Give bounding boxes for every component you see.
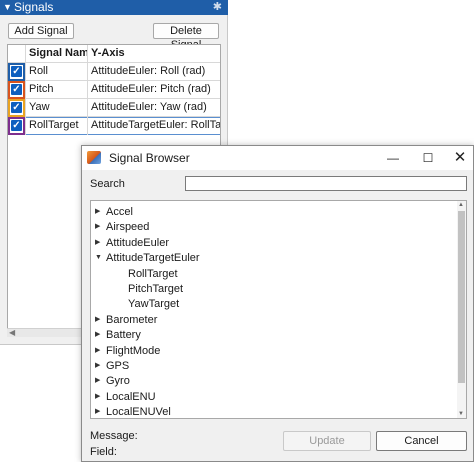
y-axis-cell[interactable]: AttitudeEuler: Pitch (rad) [87,81,220,99]
expand-arrow-right-icon[interactable]: ▶ [95,390,103,404]
signal-name-cell[interactable]: Yaw [25,99,87,117]
tree-node-label: LocalENUVel [106,406,171,419]
field-label: Field: [90,446,117,458]
dialog-titlebar[interactable]: Signal Browser — ☐ ✕ [82,146,473,170]
dialog-title: Signal Browser [109,151,190,165]
tree-node-label: Barometer [106,313,158,326]
tree-leaf[interactable]: RollTarget [91,267,459,282]
table-row-selected[interactable]: ✓ RollTarget AttitudeTargetEuler: RollTa… [8,117,220,135]
gear-icon[interactable]: ✱ [213,0,222,15]
tree-node-label: AttitudeEuler [106,236,169,249]
column-header-y-axis[interactable]: Y-Axis [87,45,220,63]
tree-node[interactable]: ▶ GPS [91,359,459,374]
tree-leaf[interactable]: PitchTarget [91,282,459,297]
checkbox-checked-icon[interactable]: ✓ [11,120,22,131]
expand-arrow-right-icon[interactable]: ▶ [95,205,103,219]
table-header-row: Signal Name Y-Axis [8,45,220,63]
signal-browser-dialog: Signal Browser — ☐ ✕ Search ▶ Accel ▶ Airsp… [81,145,474,462]
checkbox-checked-icon[interactable]: ✓ [11,84,22,95]
signal-name-cell[interactable]: RollTarget [25,117,87,135]
tree-node-label: FlightMode [106,344,161,357]
minimize-icon[interactable]: — [385,150,401,166]
tree-node-label: Accel [106,206,133,218]
tree-node[interactable]: ▶ Accel [91,205,459,220]
table-row[interactable]: ✓ Roll AttitudeEuler: Roll (rad) [8,63,220,81]
tree-vertical-scrollbar[interactable]: ▲ ▼ [457,201,466,418]
y-axis-cell[interactable]: AttitudeTargetEuler: RollTarget (rad [87,117,220,135]
expand-arrow-right-icon[interactable]: ▶ [95,220,103,234]
delete-signal-button[interactable]: Delete Signal [153,23,219,51]
table-row[interactable]: ✓ Yaw AttitudeEuler: Yaw (rad) [8,99,220,117]
checkbox-checked-icon[interactable]: ✓ [11,66,22,77]
row-checkbox-cell[interactable]: ✓ [8,117,25,135]
add-signal-button[interactable]: Add Signal [8,23,74,39]
row-checkbox-cell[interactable]: ✓ [8,99,25,117]
matlab-app-icon [87,151,101,164]
maximize-icon[interactable]: ☐ [420,150,436,166]
expand-arrow-right-icon[interactable]: ▶ [95,236,103,250]
tree-node[interactable]: ▼ AttitudeTargetEuler [91,251,459,266]
table-row[interactable]: ✓ Pitch AttitudeEuler: Pitch (rad) [8,81,220,99]
expand-arrow-down-icon[interactable]: ▼ [95,251,103,265]
tree-node-label: Battery [106,329,141,342]
signal-name-cell[interactable]: Roll [25,63,87,81]
update-button[interactable]: Update [283,431,371,451]
tree-node-label: GPS [106,360,130,372]
close-icon[interactable]: ✕ [452,150,468,166]
tree-node-label: RollTarget [128,267,178,280]
row-checkbox-cell[interactable]: ✓ [8,63,25,81]
expand-arrow-right-icon[interactable]: ▶ [95,313,103,327]
scrollbar-thumb[interactable] [458,211,465,383]
checkbox-checked-icon[interactable]: ✓ [11,102,22,113]
search-input[interactable] [185,176,467,191]
signals-panel-title: Signals [14,0,54,14]
cancel-button[interactable]: Cancel [376,431,467,451]
search-label: Search [90,178,125,190]
tree-node-label: PitchTarget [128,283,184,295]
column-header-signal-name[interactable]: Signal Name [25,45,87,63]
message-label: Message: [90,430,138,442]
scroll-left-icon[interactable]: ◀ [9,328,15,337]
tree-leaf[interactable]: YawTarget [91,297,459,312]
row-checkbox-cell[interactable]: ✓ [8,81,25,99]
tree-node-label: Airspeed [106,221,150,234]
tree-node[interactable]: ▶ Gyro [91,374,459,389]
column-header-checkbox [8,45,25,63]
expand-arrow-right-icon[interactable]: ▶ [95,344,103,358]
y-axis-cell[interactable]: AttitudeEuler: Yaw (rad) [87,99,220,117]
tree-node[interactable]: ▶ FlightMode [91,344,459,359]
expand-arrow-right-icon[interactable]: ▶ [95,359,103,373]
signal-tree[interactable]: ▶ Accel ▶ Airspeed ▶ AttitudeEuler ▼ AttitudeTa… [90,200,467,419]
tree-node[interactable]: ▶ Battery [91,328,459,343]
tree-node-label: AttitudeTargetEuler [106,252,200,265]
collapse-arrow-icon[interactable]: ▼ [3,0,12,15]
y-axis-cell[interactable]: AttitudeEuler: Roll (rad) [87,63,220,81]
tree-node[interactable]: ▶ Barometer [91,313,459,328]
expand-arrow-right-icon[interactable]: ▶ [95,328,103,342]
expand-arrow-right-icon[interactable]: ▶ [95,374,103,388]
tree-node-label: YawTarget [128,298,180,311]
signal-name-cell[interactable]: Pitch [25,81,87,99]
tree-node[interactable]: ▶ AttitudeEuler [91,236,459,251]
tree-node[interactable]: ▶ LocalENUVel [91,405,459,419]
tree-node-label: Gyro [106,375,130,388]
tree-node[interactable]: ▶ Airspeed [91,220,459,235]
expand-arrow-right-icon[interactable]: ▶ [95,405,103,418]
scroll-down-icon[interactable]: ▼ [458,411,464,417]
tree-node[interactable]: ▶ LocalENU [91,390,459,405]
tree-node-label: LocalENU [106,390,156,403]
scroll-up-icon[interactable]: ▲ [458,202,464,208]
signals-panel-header: ▼ Signals ✱ [0,0,228,15]
